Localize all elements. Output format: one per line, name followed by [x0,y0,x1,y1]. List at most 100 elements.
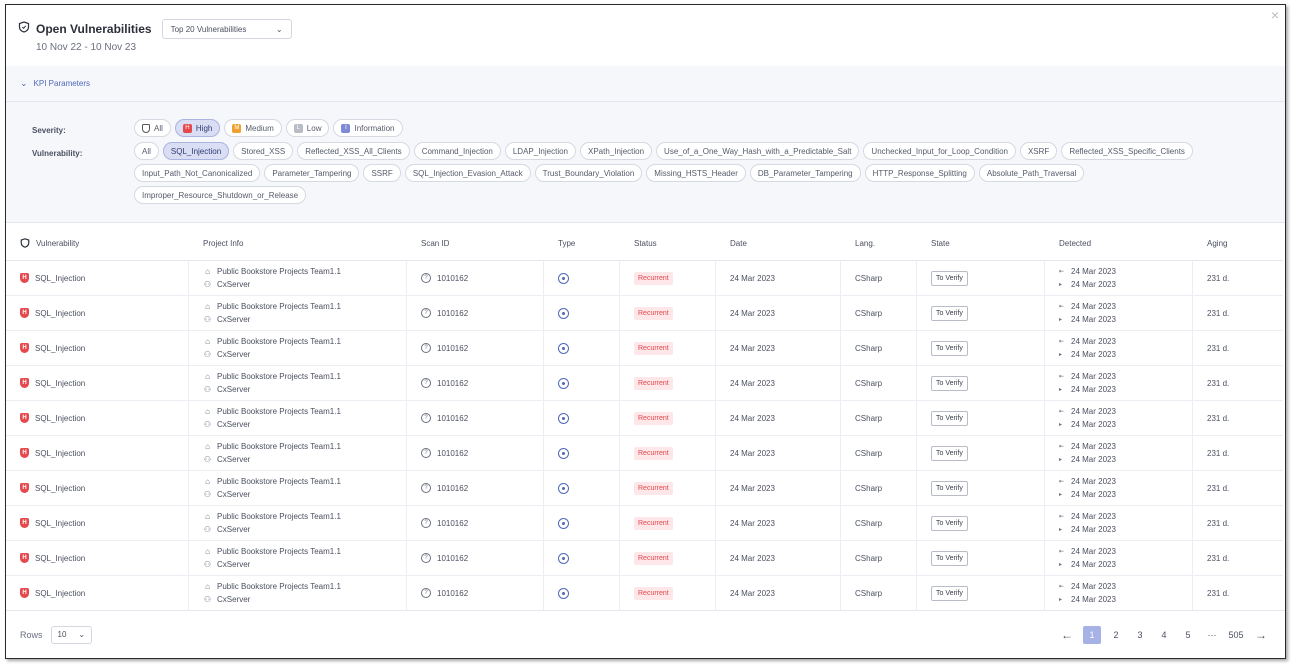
last-detected-date: 24 Mar 2023 [1071,455,1116,464]
first-detected-icon: ⇤ [1059,269,1065,275]
table-row[interactable]: H SQL_Injection ⌂ Public Bookstore Projects… [6,436,1283,471]
vulnerability-chip[interactable]: LDAP_Injection [504,142,576,160]
state-button[interactable]: To Verify [931,585,968,601]
column-header[interactable]: Scan ID [407,227,544,260]
scan-id-cell: ? 1010162 [407,261,544,295]
severity-chip-low[interactable]: L Low [285,119,330,137]
rows-per-page-dropdown[interactable]: 10 ⌄ [50,625,93,644]
column-header[interactable]: Aging [1193,227,1283,260]
column-header[interactable]: Status [620,227,716,260]
vulnerability-chip[interactable]: Parameter_Tampering [264,164,360,182]
status-cell: Recurrent [620,506,716,540]
vulnerability-chip[interactable]: Trust_Boundary_Violation [534,164,643,182]
project-info-cell: ⌂ Public Bookstore Projects Team1.1 ⚇ CxSer… [189,401,407,435]
vulnerability-chip[interactable]: Unchecked_Input_for_Loop_Condition [863,142,1016,160]
vulnerability-chip[interactable]: SQL_Injection [162,142,230,160]
detected-dates: ⇤ 24 Mar 2023 ▸ 24 Mar 2023 [1059,582,1116,604]
target-icon [558,552,569,564]
table-row[interactable]: H SQL_Injection ⌂ Public Bookstore Projects… [6,541,1283,576]
project-info: ⌂ Public Bookstore Projects Team1.1 ⚇ CxSer… [203,477,341,499]
vulnerability-chip[interactable]: Input_Path_Not_Canonicalized [134,164,261,182]
folder-icon: ⌂ [205,337,210,346]
vulnerability-chip[interactable]: SQL_Injection_Evasion_Attack [404,164,531,182]
state-button[interactable]: To Verify [931,445,968,461]
state-cell: To Verify [917,261,1045,295]
state-button[interactable]: To Verify [931,480,968,496]
column-header[interactable]: Type [544,227,620,260]
vulnerability-chip[interactable]: All [134,142,159,160]
table-row[interactable]: H SQL_Injection ⌂ Public Bookstore Projects… [6,401,1283,436]
severity-chip-information[interactable]: I Information [333,119,403,137]
page-1-button[interactable]: 1 [1083,625,1101,644]
table-row[interactable]: H SQL_Injection ⌂ Public Bookstore Projects… [6,296,1283,331]
page-2-button[interactable]: 2 [1107,626,1125,644]
type-cell [544,401,620,435]
page-last-button[interactable]: 505 [1227,626,1245,644]
arrow-left-icon[interactable]: ← [1057,628,1077,642]
vulnerability-chip[interactable]: Stored_XSS [233,142,294,160]
column-header[interactable]: Project Info [189,227,407,260]
page-3-button[interactable]: 3 [1131,626,1149,644]
vulnerability-chip[interactable]: XSRF [1019,142,1058,160]
vulnerability-chip[interactable]: Reflected_XSS_Specific_Clients [1061,142,1193,160]
table-row[interactable]: H SQL_Injection ⌂ Public Bookstore Projects… [6,366,1283,401]
aging-cell: 231 d. [1207,378,1230,388]
date-cell: 24 Mar 2023 [716,471,841,505]
vulnerability-chip[interactable]: Improper_Resource_Shutdown_or_Release [134,186,307,204]
severity-chip-high[interactable]: H High [174,119,221,137]
vulnerability-chip[interactable]: Use_of_a_One_Way_Hash_with_a_Predictable… [656,142,860,160]
rows-label: Rows [20,629,43,640]
arrow-right-icon[interactable]: → [1251,628,1271,642]
state-button[interactable]: To Verify [931,410,968,426]
table-row[interactable]: H SQL_Injection ⌂ Public Bookstore Projects… [6,471,1283,506]
column-header-label: Project Info [203,239,244,248]
table-row[interactable]: H SQL_Injection ⌂ Public Bookstore Projects… [6,261,1283,296]
state-button[interactable]: To Verify [931,515,968,531]
server-name: CxServer [217,385,251,394]
page-5-button[interactable]: 5 [1179,626,1197,644]
vulnerability-chip[interactable]: XPath_Injection [580,142,653,160]
last-detected-icon: ▸ [1059,492,1063,498]
help-circle-icon: ? [421,273,431,283]
folder-icon: ⌂ [205,582,210,591]
vulnerability-chip[interactable]: Absolute_Path_Traversal [978,164,1085,182]
kpi-parameters-toggle[interactable]: ⌄ KPI Parameters [6,66,1285,102]
page-4-button[interactable]: 4 [1155,626,1173,644]
vulnerability-cell: H SQL_Injection [6,506,189,540]
vulnerability-chip[interactable]: DB_Parameter_Tampering [749,164,861,182]
state-button[interactable]: To Verify [931,375,968,391]
vulnerabilities-dropdown[interactable]: Top 20 Vulnerabilities ⌄ [161,19,292,39]
server-name: CxServer [217,280,251,289]
state-cell: To Verify [917,471,1045,505]
vulnerability-chip[interactable]: Missing_HSTS_Header [646,164,746,182]
column-header[interactable]: Date [716,227,841,260]
scan-id: 1010162 [437,413,469,423]
vulnerability-chip[interactable]: Reflected_XSS_All_Clients [297,142,410,160]
vulnerability-chip[interactable]: HTTP_Response_Splitting [864,164,975,182]
vulnerability-chip[interactable]: SSRF [363,164,401,182]
column-header[interactable]: State [917,227,1045,260]
user-icon: ⚇ [203,560,212,569]
state-button[interactable]: To Verify [931,270,968,286]
severity-chip-all[interactable]: All [134,119,171,137]
column-header[interactable]: Lang. [841,227,917,260]
state-button[interactable]: To Verify [931,550,968,566]
severity-chip-medium[interactable]: M Medium [224,119,282,137]
date-cell: 24 Mar 2023 [716,436,841,470]
status-cell: Recurrent [620,261,716,295]
detected-cell: ⇤ 24 Mar 2023 ▸ 24 Mar 2023 [1045,506,1193,540]
close-icon[interactable]: × [1271,7,1279,23]
first-detected-date: 24 Mar 2023 [1071,547,1116,556]
table-row[interactable]: H SQL_Injection ⌂ Public Bookstore Projects… [6,331,1283,366]
state-button[interactable]: To Verify [931,305,968,321]
vulnerability-name: SQL_Injection [35,448,86,458]
state-button[interactable]: To Verify [931,340,968,356]
column-header[interactable]: Vulnerability [6,227,189,260]
column-header[interactable]: Detected [1045,227,1193,260]
vulnerability-chip[interactable]: Command_Injection [413,142,501,160]
help-circle-icon: ? [421,448,431,458]
severity-chips: All H High M Medium L Low I Information [134,119,1204,137]
last-detected: ▸ 24 Mar 2023 [1059,560,1116,569]
table-row[interactable]: H SQL_Injection ⌂ Public Bookstore Projects… [6,506,1283,541]
table-row[interactable]: H SQL_Injection ⌂ Public Bookstore Projects… [6,576,1283,611]
